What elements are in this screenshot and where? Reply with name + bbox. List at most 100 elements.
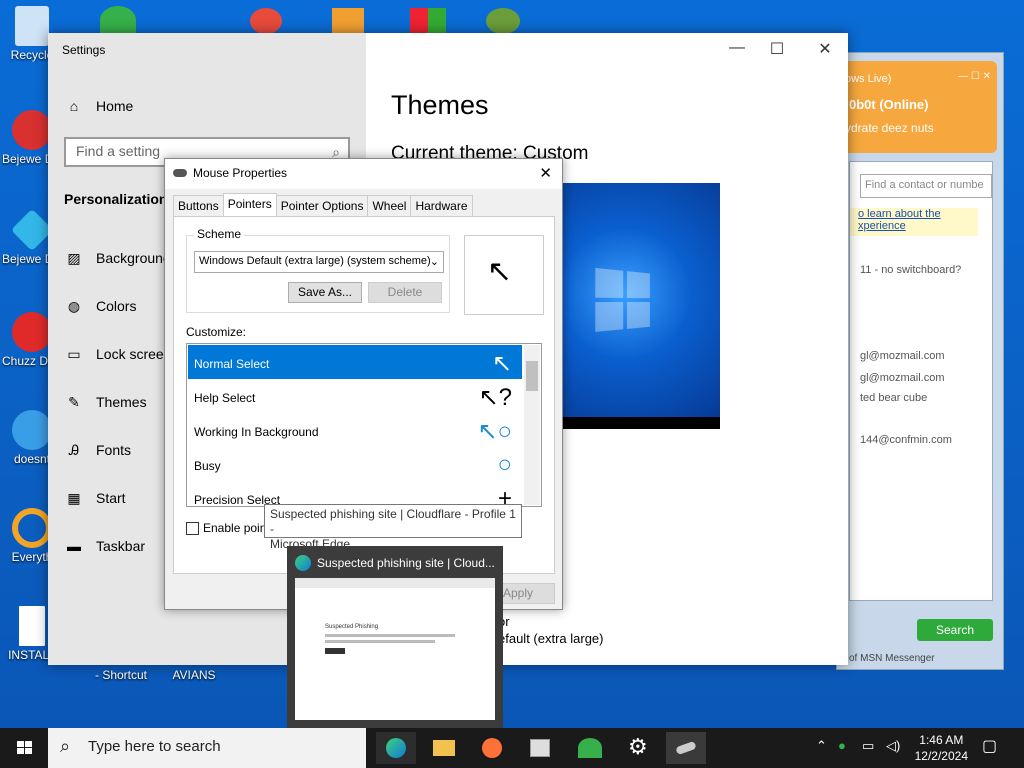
list-item[interactable]: 11 - no switchboard?: [860, 264, 961, 276]
sidebar-item-taskbar[interactable]: ▬ Taskbar: [64, 534, 145, 558]
app-taskbar-button[interactable]: [520, 732, 560, 764]
enable-shadow-checkbox[interactable]: Enable pointe: [186, 521, 276, 535]
theme-preview: [562, 183, 720, 429]
mouse-icon: [173, 169, 187, 177]
clock-date: 12/2/2024: [914, 749, 968, 763]
contact-search-input[interactable]: Find a contact or numbe: [860, 174, 992, 198]
pointer-name: Help Select: [194, 391, 256, 405]
sidebar-item-lock-screen[interactable]: ▭ Lock screen: [64, 342, 171, 366]
sidebar-item-label: Lock screen: [96, 346, 172, 362]
windows-logo-icon: [595, 267, 651, 334]
messenger-status[interactable]: 0b0t (Online): [849, 97, 928, 112]
taskbar-tooltip: Suspected phishing site | Cloudflare - P…: [264, 504, 522, 551]
arrow-cursor-icon: ↖: [487, 255, 513, 288]
home-nav-item[interactable]: ⌂ Home: [64, 94, 134, 118]
scheme-value: Windows Default (extra large) (system sc…: [199, 255, 431, 267]
tab-pointers[interactable]: Pointers: [222, 193, 277, 216]
tab-hardware[interactable]: Hardware: [410, 195, 473, 216]
app-desktop-icon-3[interactable]: [410, 8, 446, 34]
close-icon[interactable]: ✕: [810, 39, 840, 59]
search-button[interactable]: Search: [917, 619, 993, 641]
cursor-preview: ↖: [464, 235, 544, 315]
mouse-properties-taskbar-button[interactable]: [666, 732, 706, 764]
learn-more-link[interactable]: o learn about the xperience: [850, 208, 978, 236]
messenger-footer: of MSN Messenger: [849, 653, 935, 664]
working-cursor-icon: ↖○: [477, 418, 512, 445]
thumbnail-preview: Suspected Phishing: [295, 578, 495, 720]
sidebar-item-label: Start: [96, 490, 126, 506]
section-heading: Personalization: [64, 191, 168, 207]
pointer-name: Working In Background: [194, 425, 319, 439]
app-desktop-icon-2[interactable]: [332, 8, 364, 34]
list-item[interactable]: Precision Select +: [188, 481, 522, 512]
game-desktop-icon[interactable]: [486, 8, 520, 34]
desktop-icon-label: AVIANS: [172, 668, 216, 682]
tab-buttons[interactable]: Buttons: [173, 195, 224, 216]
chevron-up-icon[interactable]: ⌃: [816, 738, 827, 754]
settings-taskbar-button[interactable]: ⚙: [618, 732, 658, 764]
sidebar-item-colors[interactable]: ◍ Colors: [64, 294, 137, 318]
minimize-icon[interactable]: —: [722, 39, 752, 57]
firefox-button[interactable]: [472, 732, 512, 764]
pointer-name: Normal Select: [194, 357, 270, 371]
list-item[interactable]: gl@mozmail.com: [860, 350, 945, 362]
sidebar-item-fonts[interactable]: Ꭿ Fonts: [64, 438, 131, 462]
clock[interactable]: 1:46 AM 12/2/2024: [915, 732, 968, 764]
taskbar-search-box[interactable]: ⌕ Type here to search: [48, 728, 366, 768]
list-scrollbar[interactable]: [524, 345, 540, 505]
tab-wheel[interactable]: Wheel: [367, 195, 412, 216]
messenger-personal-message[interactable]: ydrate deez nuts: [845, 121, 934, 135]
messenger-taskbar-button[interactable]: [570, 732, 610, 764]
scheme-select[interactable]: Windows Default (extra large) (system sc…: [194, 251, 444, 273]
maximize-icon[interactable]: ☐: [762, 39, 792, 59]
edge-window-thumbnail[interactable]: Suspected phishing site | Cloud... Suspe…: [287, 546, 503, 728]
list-item[interactable]: Help Select ↖?: [188, 379, 522, 413]
busy-cursor-icon: ○: [497, 451, 513, 478]
messenger-tray-icon[interactable]: ●: [838, 738, 846, 753]
volume-icon[interactable]: ◁): [886, 738, 900, 754]
sidebar-item-themes[interactable]: ✎ Themes: [64, 390, 146, 414]
edge-icon: [386, 738, 406, 758]
list-item[interactable]: ted bear cube: [860, 392, 927, 404]
thumbnail-page-heading: Suspected Phishing: [325, 624, 379, 630]
taskbar-icon: ▬: [67, 538, 81, 554]
customize-label: Customize:: [186, 325, 247, 339]
sidebar-item-background[interactable]: ▨ Background: [64, 246, 170, 270]
dialog-titlebar[interactable]: Mouse Properties ✕: [165, 159, 562, 189]
firefox-icon: [482, 738, 502, 758]
desktop-icon-label: - Shortcut: [94, 668, 148, 682]
messenger-window-controls[interactable]: — ☐ ✕: [958, 71, 991, 82]
palette-icon: ◍: [67, 297, 81, 314]
sidebar-item-start[interactable]: ▦ Start: [64, 486, 126, 510]
list-item[interactable]: Working In Background ↖○: [188, 413, 522, 447]
close-icon[interactable]: ✕: [539, 164, 552, 182]
edge-taskbar-button[interactable]: [376, 732, 416, 764]
brush-icon: ✎: [68, 393, 80, 410]
dialog-title: Mouse Properties: [193, 166, 288, 180]
folder-icon: [433, 740, 455, 756]
delete-button[interactable]: Delete: [368, 282, 442, 303]
tab-pointer-options[interactable]: Pointer Options: [275, 195, 369, 216]
sidebar-item-label: Fonts: [96, 442, 132, 458]
shortcut-label[interactable]: - Shortcut: [86, 668, 156, 682]
list-item[interactable]: gl@mozmail.com: [860, 372, 945, 384]
app-desktop-icon[interactable]: [250, 8, 282, 34]
notification-icon[interactable]: ▢: [982, 736, 997, 756]
taskbar: ⌕ Type here to search ⚙ ⌃ ● ▭ ◁) 1:46 AM…: [0, 728, 1024, 768]
messenger-desktop-icon[interactable]: [100, 6, 136, 34]
pointer-list[interactable]: Normal Select ↖ Help Select ↖? Working I…: [186, 343, 542, 512]
network-icon[interactable]: ▭: [862, 738, 874, 754]
settings-titlebar[interactable]: Settings — ☐ ✕: [48, 33, 848, 65]
start-button[interactable]: [0, 728, 48, 768]
messenger-icon: [578, 738, 602, 758]
file-explorer-button[interactable]: [424, 732, 464, 764]
list-item[interactable]: Normal Select ↖: [188, 345, 522, 379]
help-select-cursor-icon: ↖?: [478, 384, 512, 411]
sidebar-item-label: Colors: [96, 298, 137, 314]
home-label: Home: [96, 98, 134, 114]
avians-label[interactable]: AVIANS: [164, 668, 224, 682]
save-as-button[interactable]: Save As...: [288, 282, 362, 303]
list-item[interactable]: 144@confmin.com: [860, 434, 952, 446]
messenger-window[interactable]: ows Live) — ☐ ✕ 0b0t (Online) ydrate dee…: [836, 52, 1004, 670]
list-item[interactable]: Busy ○: [188, 447, 522, 481]
